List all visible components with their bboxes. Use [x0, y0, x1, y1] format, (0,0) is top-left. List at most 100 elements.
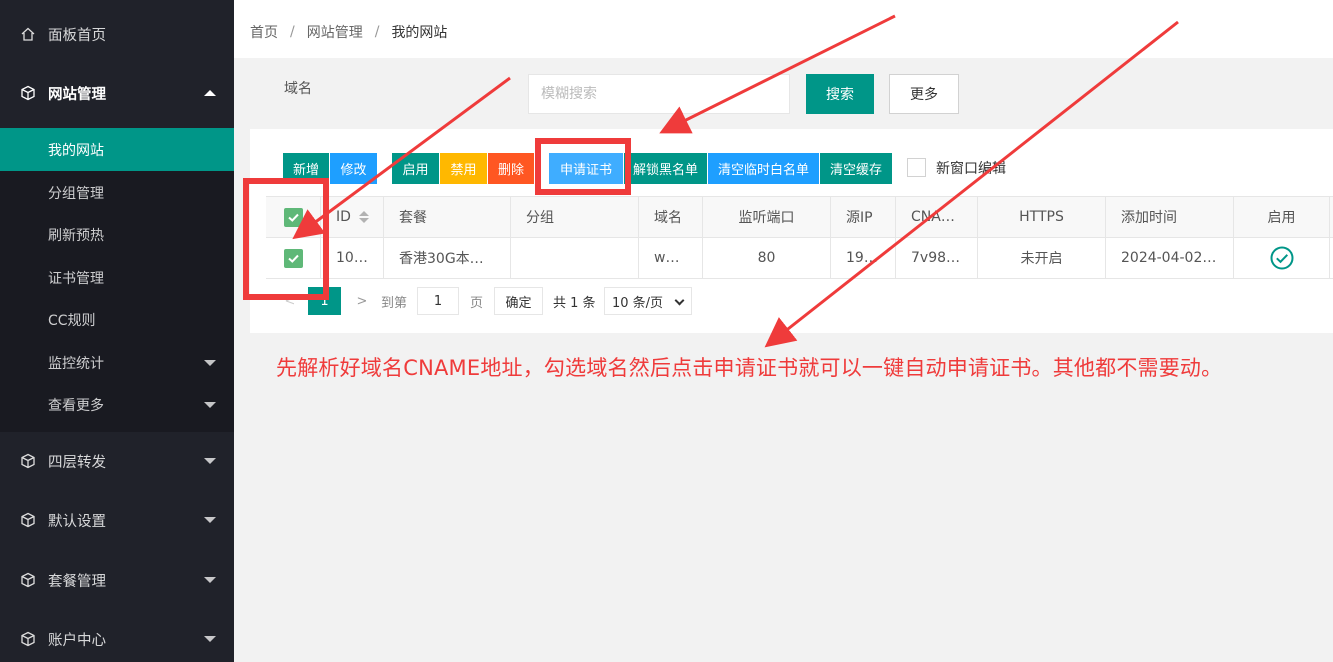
sidebar-item-label: 默认设置	[48, 513, 106, 530]
column-header-label: 分组	[526, 210, 554, 226]
sidebar-item-plan-management[interactable]: 套餐管理	[0, 551, 234, 609]
sidebar-submenu: 我的网站 分组管理 刷新预热 证书管理 CC规则 监控统计 查看更多	[0, 128, 234, 432]
column-header-label: CNA…	[911, 209, 955, 225]
sidebar-subitem-view-more[interactable]: 查看更多	[0, 383, 234, 426]
sidebar-subitem-cert-management[interactable]: 证书管理	[0, 256, 234, 299]
column-header-port: 监听端口	[703, 197, 831, 237]
chevron-down-icon	[674, 295, 685, 306]
sidebar-subitem-monitoring[interactable]: 监控统计	[0, 341, 234, 384]
cell-port: 80	[703, 238, 831, 278]
pager-next-button[interactable]: >	[350, 287, 374, 315]
clear-cache-button[interactable]: 清空缓存	[820, 153, 892, 184]
cell-source-ip: 19…	[831, 238, 896, 278]
cell-domain: w…	[639, 238, 703, 278]
annotation-instruction-text: 先解析好域名CNAME地址，勾选域名然后点击申请证书就可以一键自动申请证书。其他…	[276, 356, 1223, 380]
check-circle-icon[interactable]	[1270, 246, 1294, 270]
table-row[interactable]: 10… 香港30G本… w… 80 19… 7v98… 未开启 2024-04-…	[266, 238, 1333, 279]
pager-page-size-select[interactable]: 10 条/页	[604, 287, 692, 315]
sidebar-item-account-center[interactable]: 账户中心	[0, 610, 234, 662]
breadcrumb: 首页 / 网站管理 / 我的网站	[234, 6, 1333, 58]
sort-icon[interactable]	[358, 211, 369, 223]
cube-icon	[20, 85, 36, 101]
annotation-box-checkbox	[243, 178, 329, 300]
sidebar-item-site-management[interactable]: 网站管理	[0, 64, 234, 122]
home-icon	[20, 26, 36, 42]
annotation-box-apply-cert	[535, 138, 631, 195]
column-header-added-time: 添加时间	[1106, 197, 1234, 237]
column-header-label: 监听端口	[738, 210, 795, 226]
sidebar-item-dashboard[interactable]: 面板首页	[0, 5, 234, 63]
cell-https: 未开启	[978, 238, 1106, 278]
new-window-checkbox[interactable]	[907, 158, 926, 177]
cell-cname: 7v98…	[896, 238, 978, 278]
cell-enabled	[1234, 238, 1330, 278]
cell-plan: 香港30G本…	[384, 238, 511, 278]
sidebar-subitem-group-management[interactable]: 分组管理	[0, 171, 234, 214]
search-input[interactable]	[528, 74, 790, 114]
clear-temp-whitelist-button[interactable]: 清空临时白名单	[708, 153, 819, 184]
sidebar-item-label: 网站管理	[48, 86, 106, 103]
column-header-group: 分组	[511, 197, 639, 237]
chevron-down-icon	[204, 401, 216, 408]
pager-confirm-button[interactable]: 确定	[494, 287, 543, 315]
breadcrumb-home[interactable]: 首页	[250, 22, 278, 42]
column-header-domain: 域名	[639, 197, 703, 237]
sidebar-subitem-label: 分组管理	[48, 185, 104, 202]
sidebar-item-label: 四层转发	[48, 454, 106, 471]
sidebar-item-label: 面板首页	[48, 27, 106, 44]
sidebar-subitem-refresh-preheat[interactable]: 刷新预热	[0, 213, 234, 256]
chevron-up-icon	[204, 90, 216, 96]
column-header-label: HTTPS	[1019, 209, 1064, 225]
pager-total: 共 1 条	[553, 295, 596, 311]
sidebar-item-label: 套餐管理	[48, 573, 106, 590]
breadcrumb-site-management[interactable]: 网站管理	[307, 22, 363, 42]
sites-table: ID 套餐 分组 域名 监听端口 源IP CNA… HTTPS 添加时间 启用 …	[266, 196, 1333, 279]
sidebar-item-l4-forwarding[interactable]: 四层转发	[0, 432, 234, 490]
column-header-label: 套餐	[399, 210, 427, 226]
pager-goto-input[interactable]	[417, 287, 459, 315]
sidebar-subitem-label: 查看更多	[48, 397, 104, 414]
cube-icon	[20, 572, 36, 588]
delete-button[interactable]: 删除	[488, 153, 534, 184]
breadcrumb-separator: /	[290, 24, 295, 40]
edit-button[interactable]: 修改	[330, 153, 377, 184]
cell-id: 10…	[321, 238, 384, 278]
cell-added-time: 2024-04-02…	[1106, 238, 1234, 278]
column-header-id[interactable]: ID	[321, 197, 384, 237]
sidebar-item-label: 账户中心	[48, 632, 106, 649]
column-header-source-ip: 源IP	[831, 197, 896, 237]
column-header-label: ID	[336, 209, 351, 225]
sidebar-subitem-label: CC规则	[48, 312, 96, 329]
sidebar-subitem-label: 我的网站	[48, 142, 104, 159]
table-header: ID 套餐 分组 域名 监听端口 源IP CNA… HTTPS 添加时间 启用	[266, 197, 1333, 238]
column-header-label: 启用	[1267, 210, 1296, 226]
new-window-label: 新窗口编辑	[936, 161, 1006, 177]
more-button[interactable]: 更多	[889, 74, 959, 114]
chevron-down-icon	[204, 517, 216, 523]
column-header-label: 域名	[654, 210, 682, 226]
sidebar-subitem-label: 证书管理	[48, 270, 104, 287]
pager-page-size-value: 10 条/页	[612, 295, 664, 311]
unlock-blacklist-button[interactable]: 解锁黑名单	[624, 153, 707, 184]
breadcrumb-current: 我的网站	[391, 25, 448, 41]
disable-button[interactable]: 禁用	[440, 153, 487, 184]
cube-icon	[20, 631, 36, 647]
chevron-down-icon	[204, 636, 216, 642]
column-header-plan: 套餐	[384, 197, 511, 237]
enable-button[interactable]: 启用	[392, 153, 439, 184]
sidebar-subitem-label: 监控统计	[48, 355, 104, 372]
chevron-down-icon	[204, 359, 216, 366]
column-header-label: 源IP	[846, 210, 873, 226]
column-header-cname: CNA…	[896, 197, 978, 237]
sidebar-subitem-my-sites[interactable]: 我的网站	[0, 128, 234, 171]
sidebar-subitem-label: 刷新预热	[48, 227, 104, 244]
column-header-enabled: 启用	[1234, 197, 1330, 237]
breadcrumb-separator: /	[374, 24, 380, 40]
search-button[interactable]: 搜索	[806, 74, 874, 114]
pager-goto-label: 到第	[381, 295, 408, 311]
sidebar-item-default-settings[interactable]: 默认设置	[0, 491, 234, 549]
sidebar-subitem-cc-rules[interactable]: CC规则	[0, 298, 234, 341]
pager-page-label: 页	[470, 295, 484, 311]
chevron-down-icon	[204, 458, 216, 464]
column-header-https: HTTPS	[978, 197, 1106, 237]
